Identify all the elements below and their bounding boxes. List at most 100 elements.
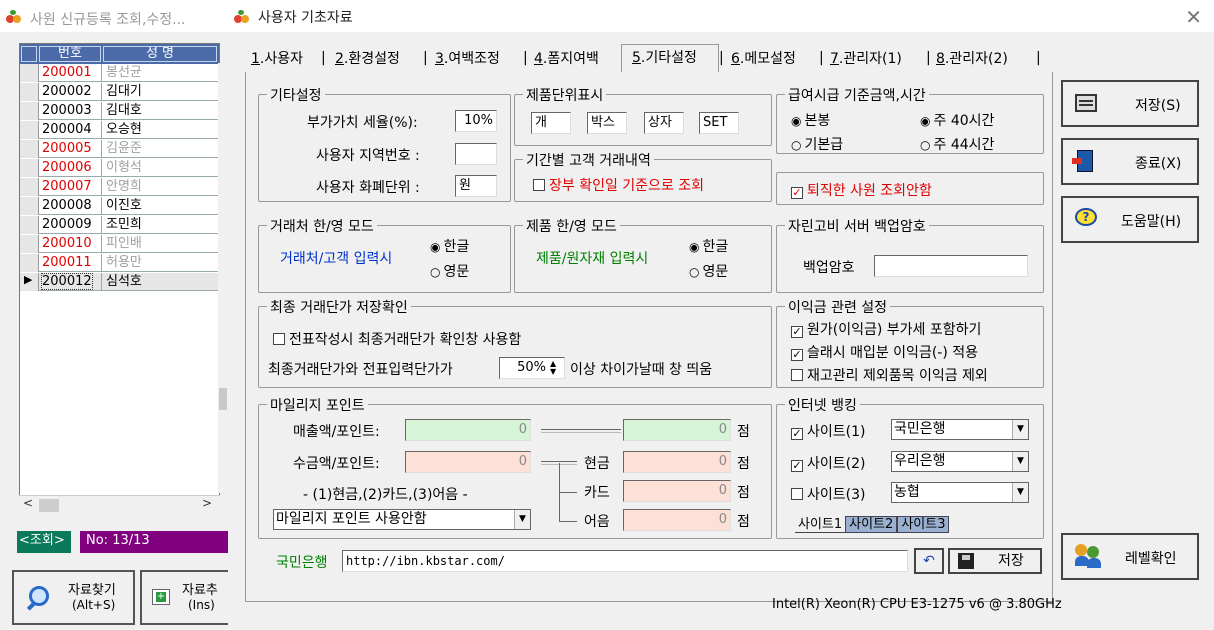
tab-user[interactable]: 1.사용자 (251, 48, 303, 72)
collect-point-input[interactable]: 0 (405, 451, 531, 473)
slash-purchase-checkbox[interactable]: ✓ 슬래시 매입분 이익금(-) 적용 (791, 342, 978, 362)
unit-input-4[interactable]: SET (699, 112, 739, 134)
employee-id: 200010 (42, 236, 92, 251)
scroll-left-icon[interactable]: < (23, 496, 33, 510)
employee-id: 200005 (42, 141, 92, 156)
site3-bank-select[interactable]: 농협 ▼ (891, 482, 1029, 503)
site-tab-2[interactable]: 사이트2 (845, 516, 898, 533)
table-row[interactable]: 200011 허용만 (20, 254, 219, 272)
tab-admin2[interactable]: 8.관리자(2) (936, 48, 1008, 72)
sales-point-input-1[interactable]: 0 (405, 419, 531, 441)
table-row[interactable]: 200003 김대호 (20, 102, 219, 120)
spin-icon[interactable]: ▲ ▼ (550, 360, 556, 376)
employee-name: 김대호 (106, 103, 142, 118)
site1-checkbox[interactable]: ✓ 사이트(1) (791, 421, 865, 441)
site2-bank-select[interactable]: 우리은행 ▼ (891, 451, 1029, 472)
hide-retired-checkbox[interactable]: ✓ 퇴직한 사원 조회안함 (791, 180, 932, 200)
table-row[interactable]: 200009 조민희 (20, 216, 219, 234)
row-indicator (20, 254, 39, 272)
exit-button[interactable]: 종료(X) (1061, 138, 1199, 185)
bank-url-input[interactable]: http://ibn.kbstar.com/ (342, 550, 908, 572)
employee-name: 허용만 (106, 255, 142, 270)
unit-input-1[interactable]: 개 (531, 112, 571, 134)
table-row[interactable]: 200007 안명희 (20, 178, 219, 196)
mileage-mode-select[interactable]: 마일리지 포인트 사용안함 ▼ (273, 509, 531, 530)
tab-admin1[interactable]: 7.관리자(1) (830, 48, 902, 72)
table-row[interactable]: 200006 이형석 (20, 159, 219, 177)
site2-checkbox[interactable]: ✓ 사이트(2) (791, 453, 865, 473)
add-record-button[interactable]: + 자료추 (Ins) (140, 570, 228, 625)
radio-basic-salary[interactable]: ○ 기본급 (791, 134, 843, 154)
sales-point-input-2[interactable]: 0 (623, 419, 731, 441)
table-row[interactable]: 200010 피인배 (20, 235, 219, 253)
employee-id: 200007 (42, 179, 92, 194)
employee-grid: 번호 성 명 200001 봉선균 200002 김대기 200003 김대호 200004… (19, 43, 220, 513)
scroll-right-icon[interactable]: > (202, 496, 212, 510)
radio-base-pay[interactable]: ◉ 본봉 (791, 110, 830, 130)
cpu-info: Intel(R) Xeon(R) CPU E3-1275 v6 @ 3.80GH… (772, 597, 1062, 612)
row-indicator: ▶ (20, 273, 39, 291)
chevron-down-icon: ▼ (1012, 420, 1028, 439)
url-save-button[interactable]: 저장 (948, 548, 1042, 574)
backup-password-input[interactable] (874, 255, 1028, 277)
profit-group: 이익금 관련 설정 ✓ 원가(이익금) 부가세 포함하기 ✓ 슬래시 매입분 이익금… (776, 297, 1044, 388)
cash-point-input[interactable]: 0 (623, 451, 731, 473)
save-button[interactable]: 저장(S) (1061, 80, 1199, 127)
table-row[interactable]: 200002 김대기 (20, 83, 219, 101)
settings-panel: 기타설정 부가가치 세율(%): 10% 사용자 지역번호 : 사용자 화폐단위… (245, 72, 1053, 602)
site-tab-3[interactable]: 사이트3 (897, 516, 950, 533)
banking-group: 인터넷 뱅킹 ✓ 사이트(1) 국민은행 ▼ ✓ 사이트(2) 우리은행 ▼ 사이트(3… (776, 395, 1044, 539)
site1-bank-select[interactable]: 국민은행 ▼ (891, 419, 1029, 440)
region-code-input[interactable] (455, 143, 497, 165)
employee-name: 김대기 (106, 84, 142, 99)
radio-44-hours[interactable]: ○ 주 44시간 (920, 134, 994, 154)
help-button[interactable]: ? 도움말(H) (1061, 196, 1199, 243)
etc-group: 기타설정 부가가치 세율(%): 10% 사용자 지역번호 : 사용자 화폐단위… (258, 85, 511, 202)
close-icon[interactable]: ✕ (1185, 5, 1202, 29)
dialog-titlebar: 사용자 기초자료 ✕ (228, 0, 1214, 32)
currency-input[interactable]: 원 (455, 175, 497, 197)
row-indicator (20, 216, 39, 234)
table-row[interactable]: 200004 오승현 (20, 121, 219, 139)
employee-id: 200009 (42, 217, 92, 232)
row-indicator (20, 159, 39, 177)
table-row[interactable]: 200001 봉선균 (20, 64, 219, 82)
product-english-radio[interactable]: ○ 영문 (689, 261, 728, 281)
find-button[interactable]: 자료찾기 (Alt+S) (12, 570, 135, 625)
client-korean-radio[interactable]: ◉ 한글 (430, 236, 469, 256)
site-tab-1[interactable]: 사이트1 (795, 517, 846, 533)
table-row[interactable]: 200008 이진호 (20, 197, 219, 215)
level-check-button[interactable]: 레벨확인 (1061, 533, 1199, 580)
tab-margin[interactable]: 3.여백조정 (435, 48, 500, 72)
tab-etc-settings[interactable]: 5.기타설정 (621, 44, 719, 72)
grid-scrollbar[interactable] (218, 63, 228, 493)
vat-rate-input[interactable]: 10% (455, 110, 497, 132)
employee-window-title: 사원 신규등록 조회,수정... (0, 0, 228, 32)
app-logo-icon (6, 10, 28, 24)
tab-environment[interactable]: 2.환경설정 (335, 48, 400, 72)
last-price-checkbox[interactable]: 전표작성시 최종거래단가 확인창 사용함 (273, 329, 521, 349)
row-indicator (20, 64, 39, 82)
mileage-group: 마일리지 포인트 매출액/포인트: 0 0 점 수금액/포인트: 0 현금 0 … (258, 395, 772, 539)
card-point-input[interactable]: 0 (623, 480, 731, 502)
product-korean-radio[interactable]: ◉ 한글 (689, 236, 728, 256)
table-row[interactable]: 200005 김윤준 (20, 140, 219, 158)
chevron-down-icon: ▼ (1012, 483, 1028, 502)
employee-name: 안명희 (106, 179, 142, 194)
ledger-date-checkbox[interactable]: 장부 확인일 기준으로 조회 (533, 175, 704, 195)
grid-hscrollbar[interactable]: < > (19, 495, 220, 514)
tab-form-margin[interactable]: 4.폼지여백 (534, 48, 599, 72)
inventory-exclude-checkbox[interactable]: 재고관리 제외품목 이익금 제외 (791, 365, 988, 385)
undo-icon[interactable]: ↶ (914, 548, 944, 574)
client-english-radio[interactable]: ○ 영문 (430, 261, 469, 281)
site3-checkbox[interactable]: 사이트(3) (791, 484, 865, 504)
unit-input-2[interactable]: 박스 (587, 112, 627, 134)
tab-memo[interactable]: 6.메모설정 (731, 48, 796, 72)
unit-input-3[interactable]: 상자 (644, 112, 684, 134)
table-row[interactable]: ▶ 200012 심석호 (20, 273, 219, 291)
grid-header-id: 번호 (39, 46, 101, 62)
profit-vat-checkbox[interactable]: ✓ 원가(이익금) 부가세 포함하기 (791, 319, 981, 339)
radio-40-hours[interactable]: ◉ 주 40시간 (920, 110, 994, 130)
bill-point-input[interactable]: 0 (623, 509, 731, 531)
last-price-group: 최종 거래단가 저장확인 전표작성시 최종거래단가 확인창 사용함 최종거래단가… (258, 297, 772, 388)
